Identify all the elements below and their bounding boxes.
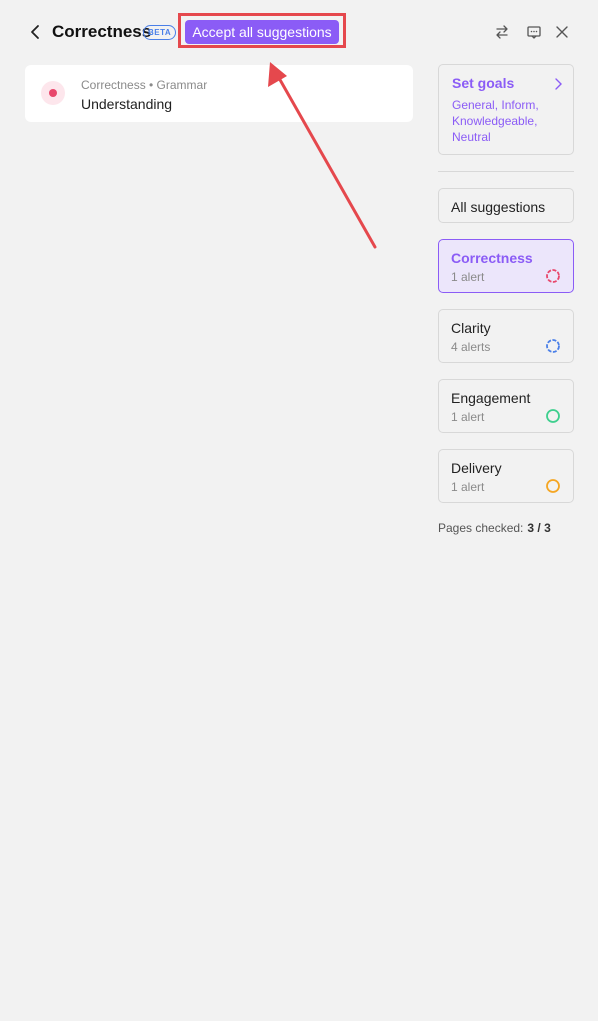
pages-checked-label: Pages checked:: [438, 521, 524, 535]
feedback-icon[interactable]: [525, 23, 543, 41]
all-suggestions-button[interactable]: All suggestions: [438, 188, 574, 223]
grammar-alert-icon: [41, 81, 65, 105]
suggestion-meta: Correctness • Grammar: [81, 78, 208, 92]
page-title: Correctness: [52, 22, 152, 41]
annotation-highlight-box: [178, 13, 346, 48]
goals-title: Set goals: [452, 75, 515, 91]
panel-header: Correctness BETA Accept all suggestions: [0, 0, 598, 64]
progress-ring-icon: [545, 338, 561, 354]
category-clarity[interactable]: Clarity 4 alerts: [438, 309, 574, 363]
beta-badge: BETA: [143, 25, 177, 40]
goals-description: General, Inform, Knowledgeable, Neutral: [452, 98, 539, 144]
category-name: Clarity: [451, 320, 491, 336]
category-count: 1 alert: [451, 270, 485, 284]
suggestion-card[interactable]: Correctness • Grammar Understanding: [25, 65, 413, 122]
pages-checked-value: 3 / 3: [527, 521, 551, 535]
set-goals-button[interactable]: Set goals General, Inform, Knowledgeable…: [438, 64, 574, 155]
progress-ring-icon: [545, 268, 561, 284]
close-icon[interactable]: [553, 23, 571, 41]
category-delivery[interactable]: Delivery 1 alert: [438, 449, 574, 503]
category-name: Delivery: [451, 460, 502, 476]
pages-checked: Pages checked: 3 / 3: [438, 521, 551, 535]
all-suggestions-label: All suggestions: [451, 199, 546, 215]
suggestion-word: Understanding: [81, 96, 173, 112]
progress-ring-icon: [545, 478, 561, 494]
category-name: Engagement: [451, 390, 531, 406]
category-count: 4 alerts: [451, 340, 491, 354]
category-engagement[interactable]: Engagement 1 alert: [438, 379, 574, 433]
category-name: Correctness: [451, 250, 533, 266]
category-count: 1 alert: [451, 480, 485, 494]
progress-ring-icon: [545, 408, 561, 424]
category-correctness[interactable]: Correctness 1 alert: [438, 239, 574, 293]
back-icon[interactable]: [26, 22, 46, 42]
chevron-right-icon: [552, 77, 564, 90]
sidebar-divider: [438, 171, 574, 172]
swap-icon[interactable]: [493, 23, 511, 41]
category-count: 1 alert: [451, 410, 485, 424]
